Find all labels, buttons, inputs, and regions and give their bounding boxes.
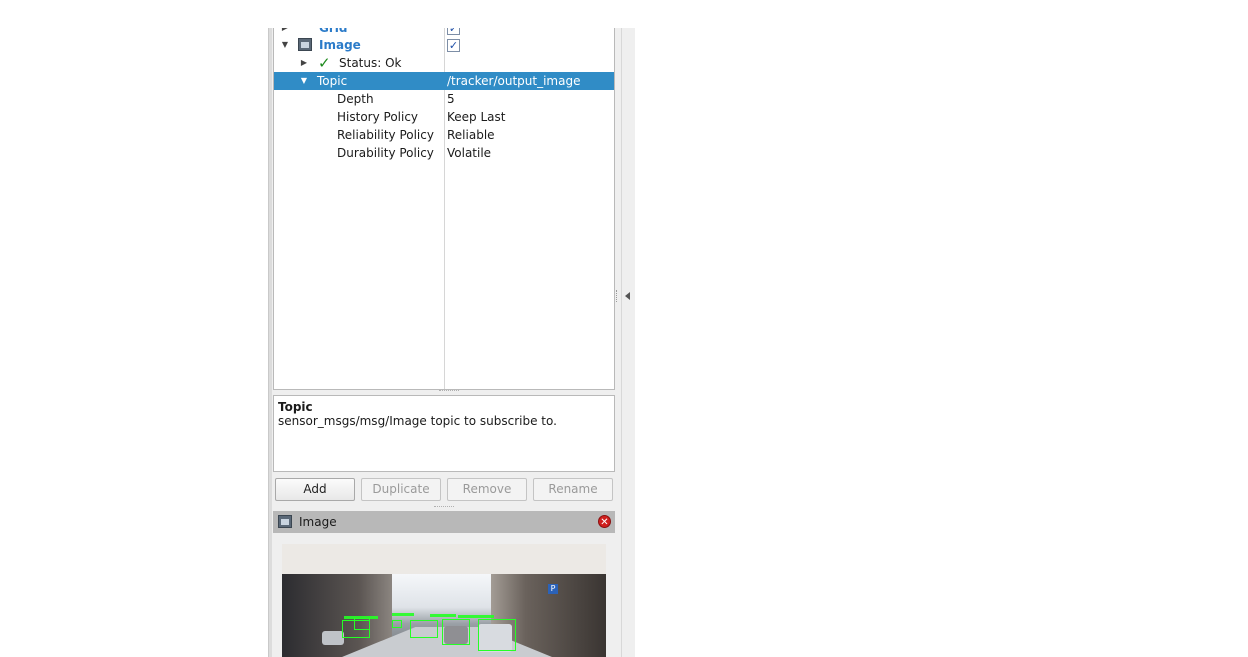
expand-arrow-icon[interactable]: ▶ [299, 54, 309, 72]
tree-row-status[interactable]: ▶ ✓ Status: Ok [274, 54, 614, 72]
display-name-image: Image [319, 38, 361, 52]
detection-box [354, 618, 370, 630]
image-display-icon [278, 515, 292, 528]
image-display-icon [298, 38, 312, 51]
car [322, 631, 344, 645]
collapse-arrow-icon[interactable]: ▼ [280, 36, 290, 54]
status-label: Status: Ok [339, 56, 402, 70]
add-button[interactable]: Add [275, 478, 355, 501]
collapse-left-arrow-icon[interactable] [625, 292, 630, 300]
image-panel-titlebar[interactable]: Image ✕ [273, 511, 615, 533]
property-value-history-policy[interactable]: Keep Last [447, 108, 505, 126]
camera-image: P [282, 574, 606, 657]
description-text: sensor_msgs/msg/Image topic to subscribe… [278, 414, 557, 428]
property-name-reliability-policy: Reliability Policy [337, 128, 434, 142]
remove-button[interactable]: Remove [447, 478, 527, 501]
status-ok-icon: ✓ [318, 54, 331, 72]
detection-box [478, 619, 516, 651]
image-view[interactable]: P [282, 544, 606, 657]
panel-left-border [269, 28, 272, 657]
image-panel-title: Image [299, 515, 337, 529]
collapse-arrow-icon[interactable]: ▼ [299, 72, 309, 90]
detection-label [392, 613, 414, 616]
displays-panel: ▶ Grid ✓ ▼ Image ✓ ▶ ✓ Status: Ok ▼ Topi… [268, 28, 635, 657]
tree-row-depth[interactable]: Depth 5 [274, 90, 614, 108]
image-enabled-checkbox[interactable]: ✓ [447, 39, 460, 52]
detection-box [392, 620, 402, 628]
detection-box [442, 619, 470, 645]
property-value-topic[interactable]: /tracker/output_image [447, 72, 580, 90]
tree-row-durability-policy[interactable]: Durability Policy Volatile [274, 144, 614, 162]
splitter-handle[interactable] [616, 290, 618, 302]
grid-enabled-checkbox[interactable]: ✓ [447, 28, 460, 35]
image-panel-body: P [273, 533, 615, 657]
property-value-depth[interactable]: 5 [447, 90, 455, 108]
detection-box [410, 620, 438, 638]
tree-row-reliability-policy[interactable]: Reliability Policy Reliable [274, 126, 614, 144]
detection-label [344, 616, 378, 619]
property-name-durability-policy: Durability Policy [337, 146, 434, 160]
rename-button[interactable]: Rename [533, 478, 613, 501]
tree-row-history-policy[interactable]: History Policy Keep Last [274, 108, 614, 126]
splitter-handle[interactable] [434, 506, 454, 508]
side-panel-toggle[interactable] [616, 28, 635, 657]
splitter-handle[interactable] [439, 390, 459, 394]
close-icon[interactable]: ✕ [598, 515, 611, 528]
property-value-durability-policy[interactable]: Volatile [447, 144, 491, 162]
property-name-topic: Topic [317, 74, 348, 88]
duplicate-button[interactable]: Duplicate [361, 478, 441, 501]
displays-tree[interactable]: ▶ Grid ✓ ▼ Image ✓ ▶ ✓ Status: Ok ▼ Topi… [273, 28, 615, 390]
tree-row-topic[interactable]: ▼ Topic /tracker/output_image [274, 72, 614, 90]
property-description-box: Topic sensor_msgs/msg/Image topic to sub… [273, 395, 615, 472]
detection-label [458, 615, 494, 618]
property-name-history-policy: History Policy [337, 110, 419, 124]
detection-label [430, 614, 456, 617]
description-title: Topic [278, 400, 313, 414]
property-value-reliability-policy[interactable]: Reliable [447, 126, 495, 144]
tree-row-image[interactable]: ▼ Image ✓ [274, 36, 614, 54]
parking-sign-icon: P [548, 584, 558, 594]
property-name-depth: Depth [337, 92, 374, 106]
